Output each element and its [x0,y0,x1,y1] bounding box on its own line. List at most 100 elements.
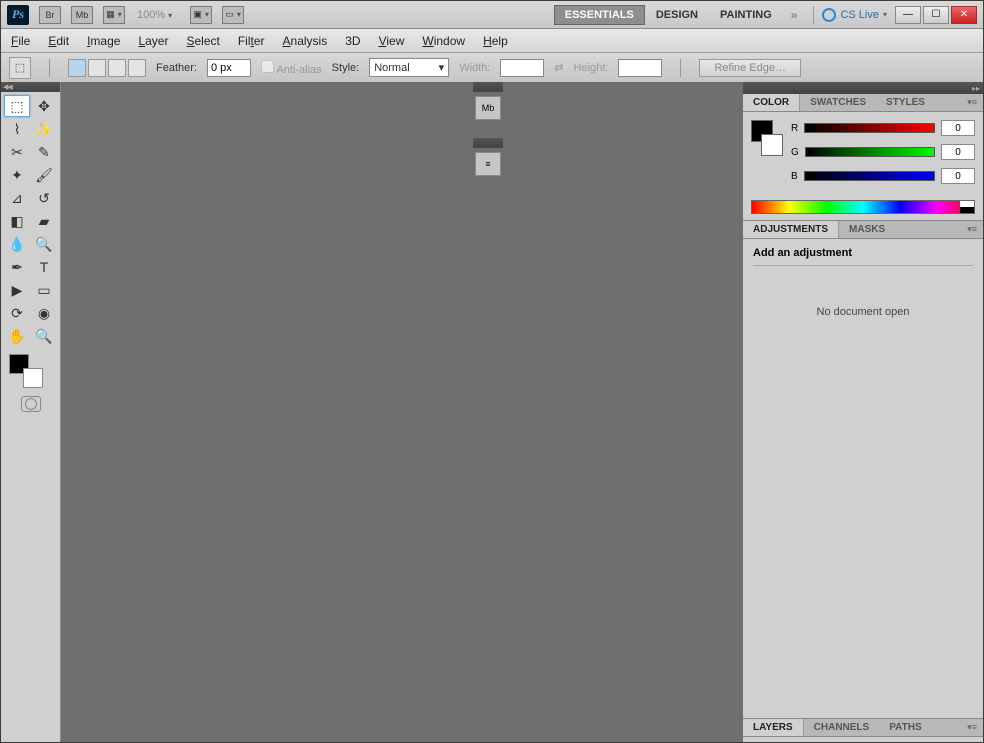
menu-filter[interactable]: Filter [238,34,265,48]
menu-edit[interactable]: Edit [48,34,69,48]
menu-layer[interactable]: Layer [138,34,168,48]
color-panel-tabs: COLOR SWATCHES STYLES ▾≡ [743,94,983,112]
menu-select[interactable]: Select [186,34,219,48]
color-swatch-tool[interactable] [1,350,60,390]
layers-panel-menu[interactable]: ▾≡ [961,719,983,736]
menu-bar: File Edit Image Layer Select Filter Anal… [1,29,983,53]
current-tool-preset[interactable]: ⬚ [9,57,31,79]
background-color[interactable] [23,368,43,388]
tool-type[interactable]: T [31,256,57,278]
adjustments-panel-tabs: ADJUSTMENTS MASKS ▾≡ [743,221,983,239]
tab-paths[interactable]: PATHS [879,719,931,736]
selection-intersect[interactable] [128,59,146,77]
tool-shape[interactable]: ▭ [31,279,57,301]
tab-styles[interactable]: STYLES [876,94,935,111]
workspace-essentials[interactable]: ESSENTIALS [554,5,645,25]
workspace-more[interactable]: » [783,8,806,22]
tool-pen[interactable]: ✒ [4,256,30,278]
width-label: Width: [459,62,490,74]
selection-subtract[interactable] [108,59,126,77]
menu-window[interactable]: Window [422,34,465,48]
tool-lasso[interactable]: ⌇ [4,118,30,140]
selection-add[interactable] [88,59,106,77]
tool-spot-heal[interactable]: ✦ [4,164,30,186]
tool-gradient[interactable]: ▰ [31,210,57,232]
adjustments-panel-menu[interactable]: ▾≡ [961,221,983,238]
workspace-painting[interactable]: PAINTING [709,5,783,25]
tab-swatches[interactable]: SWATCHES [800,94,876,111]
tab-adjustments[interactable]: ADJUSTMENTS [743,221,839,238]
tools-panel: ◀◀ ⬚ ✥ ⌇ ✨ ✂ ✎ ✦ 🖌 ⊿ ↺ ◧ ▰ 💧 🔍 ✒ T ▶ ▭ ⟳… [1,82,61,742]
menu-analysis[interactable]: Analysis [283,34,328,48]
refine-edge-button: Refine Edge… [699,59,801,77]
tab-channels[interactable]: CHANNELS [804,719,880,736]
tool-eraser[interactable]: ◧ [4,210,30,232]
panels-collapse-icon[interactable]: ▸▸ [972,84,980,93]
feather-input[interactable] [207,59,251,77]
tool-eyedropper[interactable]: ✎ [31,141,57,163]
antialias-checkbox: Anti-alias [261,60,322,76]
slider-blue[interactable] [804,171,935,181]
arrange-docs-dropdown[interactable]: ▣ [190,6,212,24]
menu-file[interactable]: File [11,34,30,48]
height-label: Height: [574,62,609,74]
menu-3d[interactable]: 3D [345,34,360,48]
color-spectrum[interactable] [751,200,975,214]
value-green[interactable] [941,144,975,160]
value-red[interactable] [941,120,975,136]
adjustments-panel: Add an adjustment No document open [743,239,983,326]
tool-marquee[interactable]: ⬚ [4,95,30,117]
tab-color[interactable]: COLOR [743,94,800,111]
zoom-level[interactable]: 100% [137,9,172,21]
tab-layers[interactable]: LAYERS [743,719,804,736]
color-panel: R G B [743,112,983,200]
slider-red[interactable] [804,123,935,133]
tool-brush[interactable]: 🖌 [31,164,57,186]
tab-masks[interactable]: MASKS [839,221,895,238]
menu-view[interactable]: View [379,34,405,48]
right-panels: ▸▸ COLOR SWATCHES STYLES ▾≡ R G B ADJUST… [743,82,983,742]
tool-3d-rotate[interactable]: ⟳ [4,302,30,324]
menu-help[interactable]: Help [483,34,508,48]
minibridge-button[interactable]: Mb [71,6,93,24]
tool-zoom[interactable]: 🔍 [31,325,57,347]
tool-3d-orbit[interactable]: ◉ [31,302,57,324]
color-panel-menu[interactable]: ▾≡ [961,94,983,111]
maximize-button[interactable]: ☐ [923,6,949,24]
close-button[interactable]: ✕ [951,6,977,24]
tools-collapse-icon[interactable]: ◀◀ [3,83,12,91]
cs-live-icon [822,8,836,22]
tool-path-select[interactable]: ▶ [4,279,30,301]
dock-minibridge-icon[interactable]: Mb [475,96,501,120]
bridge-button[interactable]: Br [39,6,61,24]
value-blue[interactable] [941,168,975,184]
tool-quick-select[interactable]: ✨ [31,118,57,140]
collapsed-dock: Mb ≡ [473,82,503,180]
panel-background-color[interactable] [761,134,783,156]
tool-crop[interactable]: ✂ [4,141,30,163]
selection-new[interactable] [68,59,86,77]
quick-mask-toggle[interactable] [21,396,41,412]
adjustments-title: Add an adjustment [753,247,973,259]
width-input [500,59,544,77]
slider-green[interactable] [805,147,935,157]
minimize-button[interactable]: — [895,6,921,24]
view-extras-dropdown[interactable]: ▦ [103,6,125,24]
screen-mode-dropdown[interactable]: ▭ [222,6,244,24]
workspace-switcher: ESSENTIALS DESIGN PAINTING » [554,5,806,25]
selection-mode-group [68,59,146,77]
tool-dodge[interactable]: 🔍 [31,233,57,255]
cs-live-button[interactable]: CS Live▾ [822,8,887,22]
options-bar: ⬚ Feather: Anti-alias Style: Normal▾ Wid… [1,53,983,83]
tool-clone[interactable]: ⊿ [4,187,30,209]
tool-blur[interactable]: 💧 [4,233,30,255]
dock-history-icon[interactable]: ≡ [475,152,501,176]
tool-move[interactable]: ✥ [31,95,57,117]
tool-hand[interactable]: ✋ [4,325,30,347]
style-select[interactable]: Normal▾ [369,58,449,77]
style-label: Style: [332,62,360,74]
tool-history-brush[interactable]: ↺ [31,187,57,209]
swap-wh-icon: ⇄ [554,61,563,74]
workspace-design[interactable]: DESIGN [645,5,709,25]
menu-image[interactable]: Image [87,34,120,48]
